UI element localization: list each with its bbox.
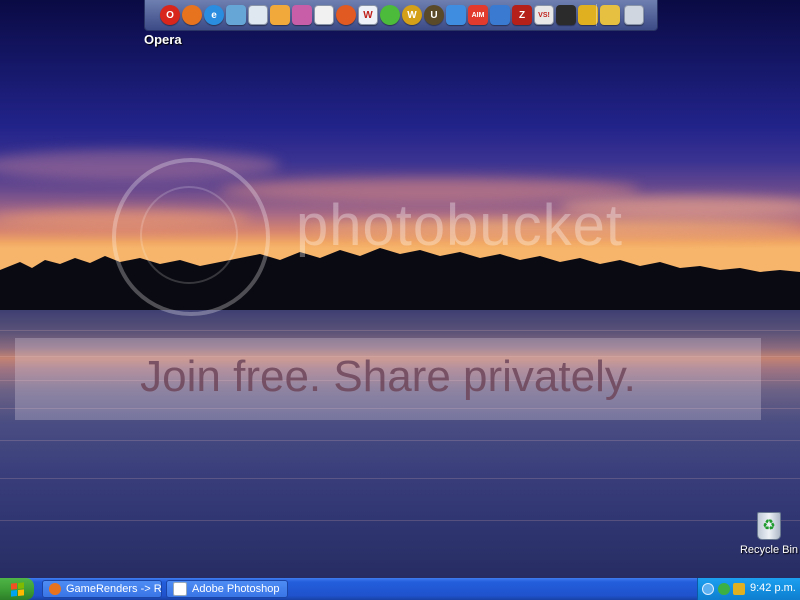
task-label: GameRenders -> Repl... bbox=[66, 583, 162, 595]
network-icon[interactable] bbox=[490, 5, 510, 25]
firefox-icon[interactable] bbox=[182, 5, 202, 25]
watermark-logo-inner bbox=[140, 186, 238, 284]
word-icon[interactable]: W bbox=[358, 5, 378, 25]
w-badge-icon[interactable]: W bbox=[402, 5, 422, 25]
desktop-wallpaper: photobucket Join free. Share privately. bbox=[0, 0, 800, 578]
internet-explorer-icon[interactable]: e bbox=[204, 5, 224, 25]
recycle-bin-icon[interactable]: ♻ bbox=[757, 512, 781, 540]
tools-icon[interactable] bbox=[600, 5, 620, 25]
recycle-bin[interactable]: ♻ Recycle Bin bbox=[738, 512, 800, 556]
task-label: Adobe Photoshop bbox=[192, 583, 280, 595]
photoshop-icon bbox=[173, 582, 187, 596]
trash-icon[interactable] bbox=[624, 5, 644, 25]
start-button[interactable] bbox=[0, 578, 34, 600]
recycle-bin-label: Recycle Bin bbox=[739, 544, 799, 556]
dock-hover-label: Opera bbox=[144, 32, 182, 47]
messenger-icon[interactable] bbox=[226, 5, 246, 25]
windows-logo-icon bbox=[10, 581, 24, 597]
watermark-banner-text: Join free. Share privately. bbox=[140, 352, 636, 401]
media-player-icon[interactable] bbox=[336, 5, 356, 25]
power-tray-icon[interactable] bbox=[733, 583, 745, 595]
contacts-icon[interactable] bbox=[446, 5, 466, 25]
vs-icon[interactable]: VS! bbox=[534, 5, 554, 25]
recycle-symbol-icon: ♻ bbox=[762, 517, 776, 534]
firefox-icon bbox=[49, 583, 61, 595]
task-button-photoshop[interactable]: Adobe Photoshop bbox=[166, 580, 288, 598]
taskbar: GameRenders -> Repl... Adobe Photoshop 9… bbox=[0, 578, 800, 600]
aim-icon[interactable]: AIM bbox=[468, 5, 488, 25]
watermark-brand: photobucket bbox=[296, 193, 624, 258]
filezilla-icon[interactable]: Z bbox=[512, 5, 532, 25]
clock[interactable]: 9:42 p.m. bbox=[750, 582, 796, 594]
dock-separator bbox=[596, 4, 597, 26]
messenger-status-icon[interactable] bbox=[718, 583, 730, 595]
system-tray: 9:42 p.m. bbox=[697, 578, 800, 600]
task-button-gamerenders[interactable]: GameRenders -> Repl... bbox=[42, 580, 162, 598]
pdf-reader-icon[interactable] bbox=[314, 5, 334, 25]
terminal-icon[interactable] bbox=[556, 5, 576, 25]
document-icon[interactable] bbox=[248, 5, 268, 25]
lightning-app-icon[interactable] bbox=[578, 5, 598, 25]
flower-icon[interactable] bbox=[270, 5, 290, 25]
paint-icon[interactable] bbox=[292, 5, 312, 25]
green-app-icon[interactable] bbox=[380, 5, 400, 25]
show-hidden-icons-button[interactable] bbox=[702, 583, 714, 595]
opera-icon[interactable]: O bbox=[160, 5, 180, 25]
app-dock: Oe W W U AIM Z VS! bbox=[144, 0, 658, 31]
watermark-banner: Join free. Share privately. bbox=[15, 338, 761, 420]
u-badge-icon[interactable]: U bbox=[424, 5, 444, 25]
